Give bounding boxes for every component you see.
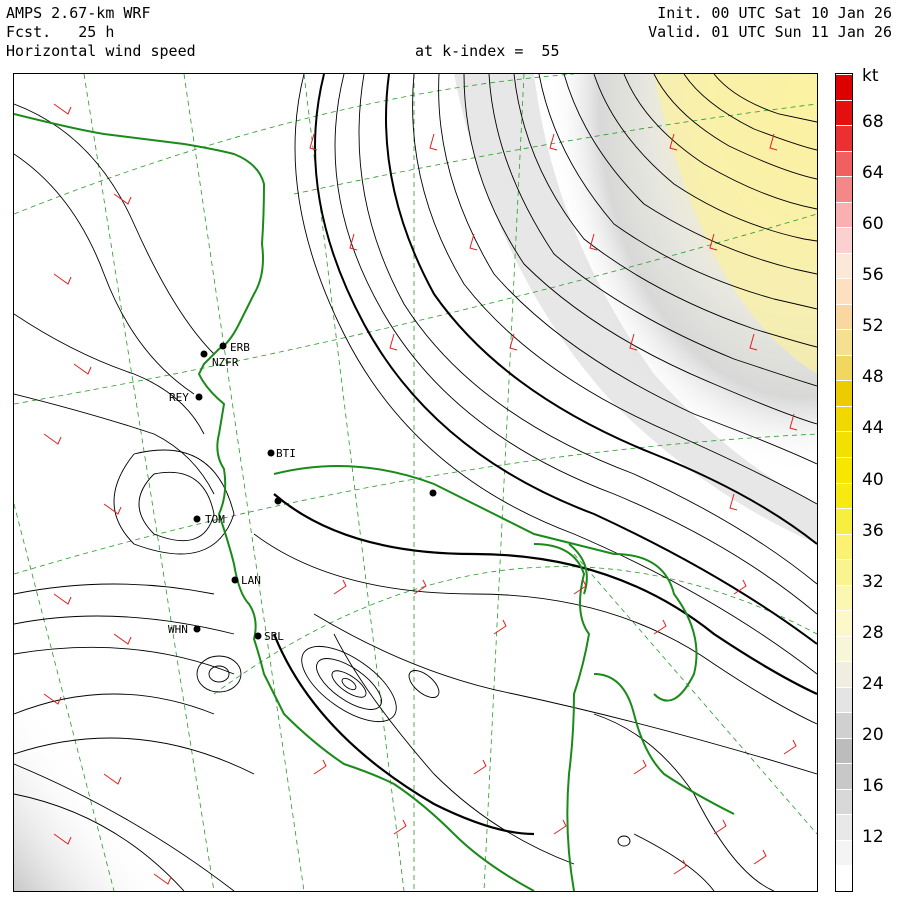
station-label: NZFR bbox=[212, 356, 239, 369]
colorbar-band bbox=[836, 150, 852, 177]
level-label: at k-index = 55 bbox=[415, 42, 560, 60]
map-figure: { "header": { "model": "AMPS 2.67-km WRF… bbox=[0, 0, 900, 900]
colorbar-tick-label: 36 bbox=[862, 520, 884, 541]
colorbar-band bbox=[836, 635, 852, 662]
colorbar bbox=[835, 73, 853, 892]
station-label: SBL bbox=[264, 630, 284, 643]
valid-time: Valid. 01 UTC Sun 11 Jan 26 bbox=[648, 23, 892, 41]
colorbar-band bbox=[836, 814, 852, 840]
colorbar-band bbox=[836, 278, 852, 304]
colorbar-tick-label: 56 bbox=[862, 265, 884, 286]
colorbar-band bbox=[836, 712, 852, 738]
map-panel: ERB NZFR REY BTI TOM LAN WHN SBL bbox=[13, 73, 818, 892]
station-marker bbox=[429, 489, 437, 497]
colorbar-band bbox=[836, 763, 852, 789]
colorbar-tick-label: 20 bbox=[862, 724, 884, 745]
colorbar-band bbox=[836, 686, 852, 713]
colorbar-band bbox=[836, 661, 852, 687]
model-title: AMPS 2.67-km WRF bbox=[6, 4, 151, 22]
colorbar-tick-label: 60 bbox=[862, 214, 884, 235]
colorbar-band bbox=[836, 456, 852, 483]
colorbar-tick-label: 40 bbox=[862, 469, 884, 490]
colorbar-band bbox=[836, 380, 852, 406]
colorbar-band bbox=[836, 329, 852, 355]
colorbar-band bbox=[836, 176, 852, 202]
station-marker bbox=[274, 497, 282, 505]
init-time: Init. 00 UTC Sat 10 Jan 26 bbox=[657, 4, 892, 22]
colorbar-unit: kt bbox=[862, 66, 879, 86]
colorbar-band bbox=[836, 431, 852, 457]
field-name: Horizontal wind speed bbox=[6, 42, 196, 60]
colorbar-band bbox=[836, 405, 852, 432]
station-label: BTI bbox=[276, 447, 296, 460]
station-label: TOM bbox=[205, 513, 225, 526]
colorbar-band bbox=[836, 125, 852, 151]
map-canvas: ERB NZFR REY BTI TOM LAN WHN SBL bbox=[14, 74, 817, 891]
colorbar-band bbox=[836, 74, 852, 100]
colorbar-band bbox=[836, 201, 852, 228]
colorbar-band bbox=[836, 354, 852, 381]
forecast-hour: Fcst. 25 h bbox=[6, 23, 115, 41]
colorbar-tick-label: 64 bbox=[862, 163, 884, 184]
colorbar-band bbox=[836, 227, 852, 253]
station-label: ERB bbox=[230, 341, 250, 354]
colorbar-tick-label: 52 bbox=[862, 316, 884, 337]
colorbar-tick-label: 16 bbox=[862, 775, 884, 796]
colorbar-band bbox=[836, 610, 852, 636]
colorbar-band bbox=[836, 508, 852, 534]
colorbar-band bbox=[836, 252, 852, 279]
colorbar-tick-label: 48 bbox=[862, 367, 884, 388]
colorbar-band bbox=[836, 559, 852, 585]
station-label: WHN bbox=[168, 623, 188, 636]
colorbar-tick-label: 32 bbox=[862, 571, 884, 592]
colorbar-band bbox=[836, 737, 852, 764]
colorbar-band bbox=[836, 788, 852, 815]
station-label: REY bbox=[169, 391, 189, 404]
colorbar-band bbox=[836, 99, 852, 126]
colorbar-band bbox=[836, 865, 852, 891]
colorbar-tick-label: 28 bbox=[862, 622, 884, 643]
colorbar-band bbox=[836, 303, 852, 330]
colorbar-tick-label: 44 bbox=[862, 418, 884, 439]
colorbar-tick-label: 68 bbox=[862, 112, 884, 133]
colorbar-band bbox=[836, 482, 852, 509]
colorbar-band bbox=[836, 839, 852, 866]
colorbar-band bbox=[836, 533, 852, 560]
colorbar-tick-label: 12 bbox=[862, 826, 884, 847]
colorbar-band bbox=[836, 584, 852, 611]
station-label: LAN bbox=[241, 574, 261, 587]
colorbar-tick-label: 24 bbox=[862, 673, 884, 694]
